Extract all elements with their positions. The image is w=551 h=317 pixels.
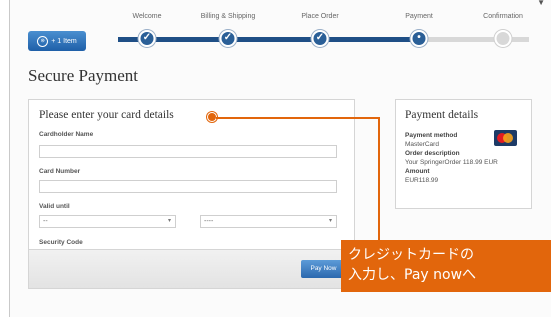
payment-details-panel: Payment details Payment method MasterCar… [395,99,532,209]
year-select-value: ---- [204,218,214,225]
chevron-down-icon: ▾ [167,218,171,224]
card-number-label: Card Number [39,168,81,175]
cardholder-input[interactable] [39,145,337,158]
year-select[interactable]: ---- ▾ [200,215,337,228]
step-dot-welcome: ✓ [138,30,156,47]
cardholder-label: Cardholder Name [39,131,94,138]
step-label-confirmation: Confirmation [483,13,523,20]
payment-method-label: Payment method [405,132,458,139]
step-label-welcome: Welcome [132,13,162,20]
security-code-label: Security Code [39,239,83,246]
valid-until-label: Valid until [39,203,70,210]
progress-track-pending [419,37,529,42]
pay-now-button[interactable]: Pay Now [301,260,346,278]
card-details-panel: Please enter your card details Cardholde… [28,99,355,289]
step-dot-confirmation: • [494,30,512,47]
step-label-billing: Billing & Shipping [200,13,256,20]
card-details-heading: Please enter your card details [39,109,174,121]
amount-value: EUR118.99 [405,177,439,184]
mastercard-logo-icon [494,130,517,146]
card-panel-footer: Pay Now [29,249,354,288]
month-select[interactable]: -- ▾ [39,215,176,228]
callout-connector-vertical [378,118,380,245]
callout-line-1: クレジットカードの [348,247,474,263]
callout-connector-horizontal [216,117,380,119]
progress-track-done [118,37,419,42]
step-dot-place-order: ✓ [311,30,329,47]
callout-annotation: クレジットカードの 入力し、Pay nowへ [341,240,551,292]
checkout-progress: Welcome Billing & Shipping Place Order P… [0,0,551,60]
callout-line-2: 入力し、Pay nowへ [348,267,477,283]
amount-label: Amount [405,168,430,175]
page-title: Secure Payment [28,66,138,85]
step-label-payment: Payment [405,13,433,20]
payment-details-title: Payment details [405,109,479,121]
step-label-place-order: Place Order [301,13,339,20]
order-description-label: Order description [405,150,460,157]
payment-method-value: MasterCard [405,141,439,148]
chevron-down-icon: ▾ [328,218,332,224]
step-dot-billing: ✓ [219,30,237,47]
card-number-input[interactable] [39,180,337,193]
order-description-value: Your SpringerOrder 118.99 EUR [405,159,498,166]
step-dot-payment: • [410,30,428,47]
month-select-value: -- [43,218,48,225]
